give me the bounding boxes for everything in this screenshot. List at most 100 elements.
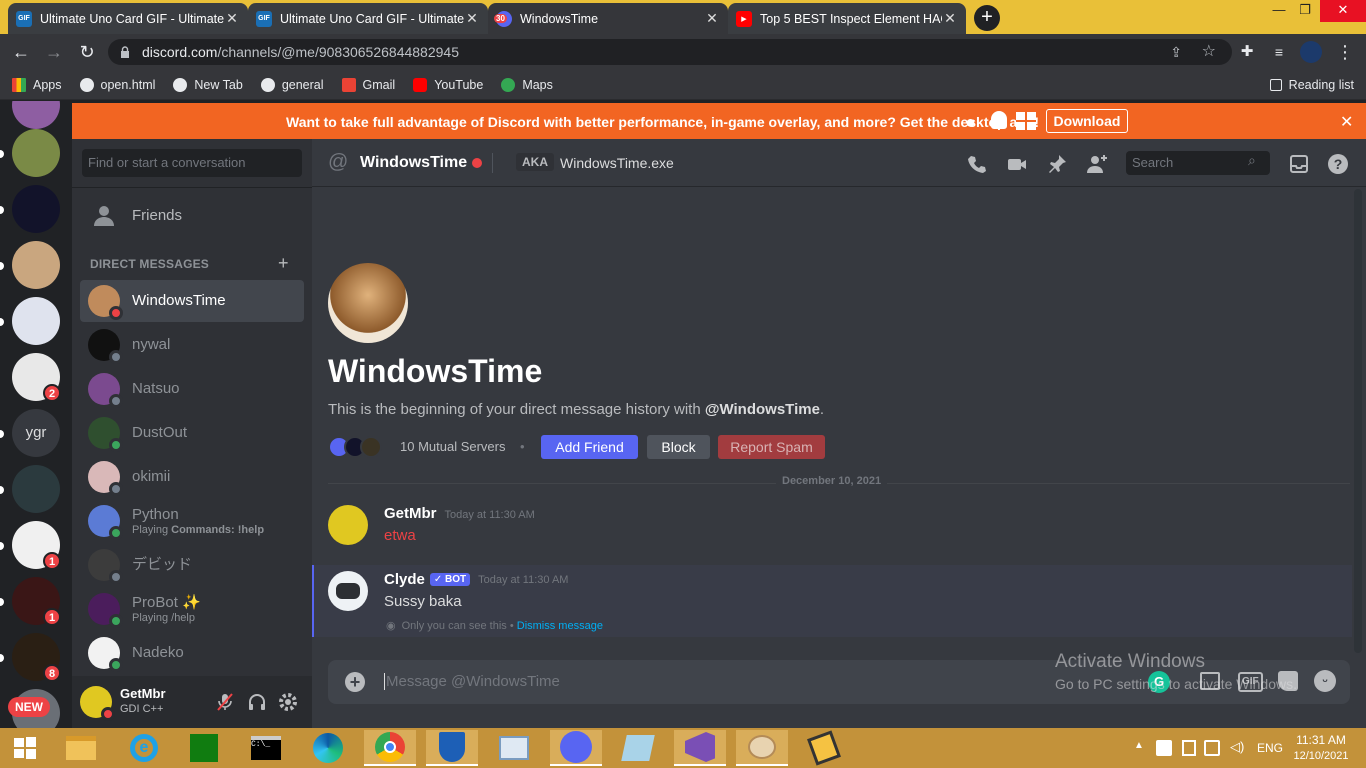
gif-icon: GIF (16, 10, 32, 27)
server-icon[interactable] (12, 465, 60, 513)
gmail-icon (341, 77, 356, 92)
inbox-icon[interactable] (1288, 153, 1310, 175)
server-icon[interactable] (12, 241, 60, 289)
server-icon[interactable] (12, 129, 60, 177)
pinned-messages-icon[interactable] (1046, 153, 1068, 175)
maximize-button[interactable]: ❐ (1288, 0, 1322, 22)
dm-item-probot[interactable]: ProBot ✨ Playing /help (80, 588, 304, 630)
dm-item-python[interactable]: Python Playing Commands: !help (80, 500, 304, 542)
bookmark-star-icon[interactable]: ☆ (1202, 39, 1216, 65)
browser-tab[interactable]: ▶ Top 5 BEST Inspect Element HACKS ✕ (728, 3, 966, 34)
report-spam-button[interactable]: Report Spam (718, 435, 825, 459)
edge-button[interactable] (302, 730, 354, 766)
dm-item-natsuo[interactable]: Natsuo (80, 368, 304, 410)
dm-item-nadeko[interactable]: Nadeko (80, 632, 304, 674)
bookmark-youtube[interactable]: YouTube (413, 77, 483, 92)
message[interactable]: GetMbr Today at 11:30 AM etwa (312, 499, 1352, 555)
windows-security-button[interactable] (426, 730, 478, 766)
scrollbar[interactable] (1354, 189, 1362, 653)
store-button[interactable] (178, 730, 230, 766)
share-icon[interactable]: ⇪ (1170, 39, 1182, 65)
server-icon[interactable] (12, 185, 60, 233)
block-button[interactable]: Block (647, 435, 710, 459)
visual-studio-button[interactable] (674, 730, 726, 766)
bookmark-gmail[interactable]: Gmail (341, 77, 395, 92)
close-tab-icon[interactable]: ✕ (942, 10, 958, 27)
close-tab-icon[interactable]: ✕ (464, 10, 480, 27)
tray-app-icon[interactable] (1156, 740, 1172, 756)
upload-plus-icon[interactable]: + (345, 672, 365, 692)
browser-tab-active[interactable]: 30 WindowsTime ✕ (488, 3, 728, 34)
dm-item-nywal[interactable]: nywal (80, 324, 304, 366)
clyde-avatar[interactable] (328, 571, 368, 611)
dm-item-windowstime[interactable]: WindowsTime (80, 280, 304, 322)
mute-microphone-icon[interactable] (216, 692, 234, 712)
mutual-servers-link[interactable]: 10 Mutual Servers (400, 439, 506, 454)
shield-icon (439, 732, 465, 762)
browser-tab[interactable]: GIF Ultimate Uno Card GIF - Ultimate ✕ (248, 3, 488, 34)
profile-icon[interactable] (1300, 41, 1322, 63)
close-tab-icon[interactable]: ✕ (704, 10, 720, 27)
message-author[interactable]: Clyde (384, 571, 425, 588)
dm-item-okimii[interactable]: okimii (80, 456, 304, 498)
close-notice-icon[interactable]: ✕ (1340, 112, 1353, 132)
dm-item-david[interactable]: デビッド (80, 544, 304, 586)
help-icon[interactable]: ? (1327, 153, 1349, 175)
download-button[interactable]: Download (1046, 109, 1128, 133)
headphones-icon[interactable] (247, 692, 267, 712)
emoji-icon[interactable]: ᵕ (1314, 670, 1336, 692)
new-tab-button[interactable]: + (974, 5, 1000, 31)
add-friend-button[interactable]: Add Friend (541, 435, 638, 459)
file-explorer-button[interactable] (55, 730, 107, 766)
forward-button[interactable]: → (43, 41, 65, 63)
menu-icon[interactable]: ⋮ (1334, 41, 1356, 63)
friends-nav[interactable]: Friends (80, 195, 304, 237)
volume-icon[interactable]: ◁) (1230, 739, 1244, 755)
chrome-button[interactable] (364, 730, 416, 766)
bookmark-apps[interactable]: Apps (12, 77, 62, 92)
clock-time[interactable]: 11:31 AM (1290, 733, 1352, 747)
discord-button[interactable] (550, 730, 602, 766)
message-input[interactable]: Message @WindowsTime (384, 673, 560, 690)
reading-list-button[interactable]: Reading list (1269, 78, 1354, 92)
command-prompt-button[interactable]: C:\_ (240, 730, 292, 766)
close-tab-icon[interactable]: ✕ (224, 10, 240, 27)
call-icon[interactable] (966, 153, 988, 175)
bookmark-new-tab[interactable]: New Tab (173, 77, 243, 92)
back-button[interactable]: ← (10, 41, 32, 63)
reload-button[interactable]: ↻ (76, 41, 98, 63)
internet-explorer-button[interactable]: e (118, 730, 170, 766)
add-friends-to-dm-icon[interactable] (1086, 153, 1108, 175)
bookmark-maps[interactable]: Maps (501, 77, 553, 92)
dm-item-dustout[interactable]: DustOut (80, 412, 304, 454)
user-avatar[interactable] (80, 686, 115, 721)
settings-gear-icon[interactable] (278, 692, 298, 712)
show-hidden-icons[interactable]: ▲ (1134, 740, 1144, 751)
winrar-button[interactable] (798, 730, 850, 766)
video-call-icon[interactable] (1006, 153, 1028, 175)
task-manager-button[interactable] (488, 730, 540, 766)
find-conversation-input[interactable]: Find or start a conversation (82, 149, 302, 177)
input-language[interactable]: ENG (1257, 741, 1283, 755)
bookmark-general[interactable]: general (260, 77, 324, 92)
server-icon[interactable] (12, 101, 60, 129)
start-button[interactable] (0, 730, 50, 766)
network-icon[interactable] (1204, 740, 1220, 756)
notes-app-button[interactable] (612, 730, 664, 766)
media-queue-icon[interactable]: ≡ (1268, 41, 1290, 63)
message-author[interactable]: GetMbr (384, 505, 437, 522)
bookmark-open-html[interactable]: open.html (79, 77, 155, 92)
browser-tab[interactable]: GIF Ultimate Uno Card GIF - Ultimate ✕ (8, 3, 248, 34)
paint-button[interactable] (736, 730, 788, 766)
server-icon[interactable]: ygr (12, 409, 60, 457)
server-icon[interactable] (12, 297, 60, 345)
battery-icon[interactable] (1182, 740, 1196, 756)
extensions-icon[interactable]: ✚ (1236, 41, 1258, 63)
author-avatar[interactable] (328, 505, 368, 545)
address-bar[interactable]: discord.com/channels/@me/908306526844882… (108, 39, 1232, 65)
create-dm-icon[interactable]: + (278, 253, 289, 274)
ephemeral-message[interactable]: Clyde ✓ BOT Today at 11:30 AM Sussy baka… (312, 565, 1352, 637)
close-window-button[interactable]: ✕ (1320, 0, 1366, 22)
dismiss-message-link[interactable]: Dismiss message (517, 620, 603, 632)
clock-date[interactable]: 12/10/2021 (1290, 750, 1352, 762)
